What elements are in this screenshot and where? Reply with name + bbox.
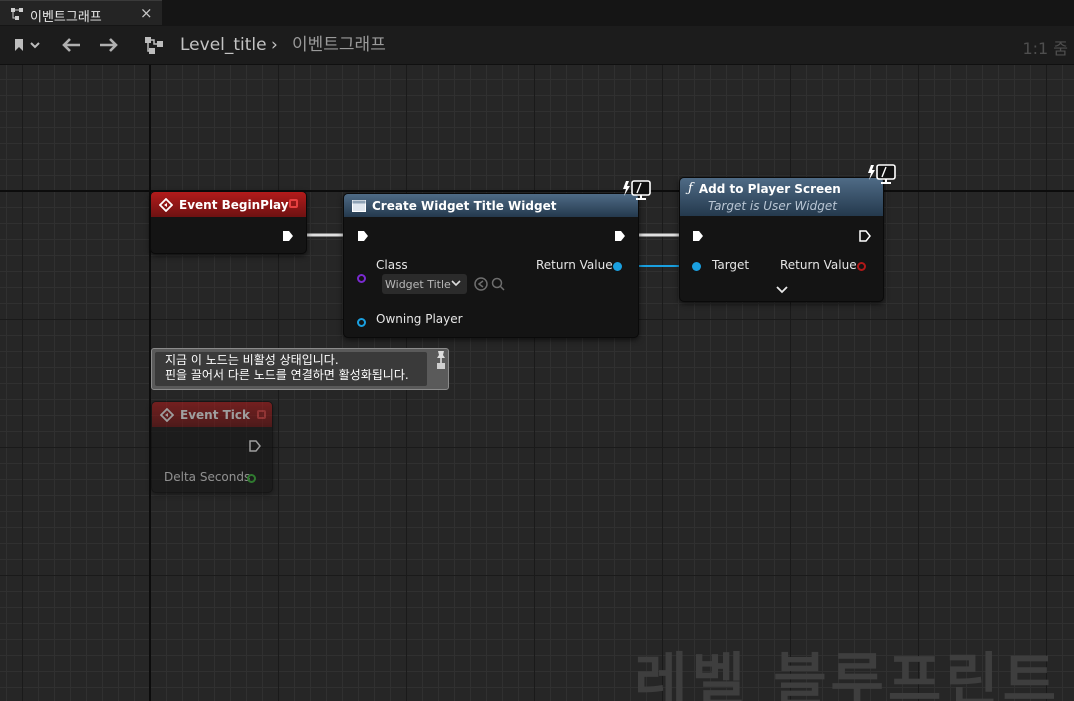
return-value-label: Return Value <box>536 258 613 272</box>
graph-toolbar: Level_title › 이벤트그래프 1:1 줌 <box>0 26 1074 65</box>
exec-in-pin[interactable] <box>357 230 369 242</box>
exec-out-pin[interactable] <box>614 230 626 242</box>
owning-player-pin[interactable] <box>357 318 366 327</box>
client-only-icon <box>623 180 651 200</box>
arrow-right-icon <box>100 38 118 52</box>
node-header: Event BeginPlay <box>151 192 306 217</box>
event-icon <box>159 197 173 212</box>
node-title: Add to Player Screen <box>698 181 841 196</box>
node-event-beginplay[interactable]: Event BeginPlay <box>150 191 307 254</box>
node-header: Event Tick <box>152 402 272 427</box>
exec-out-pin[interactable] <box>249 440 261 452</box>
tooltip-line-1: 지금 이 노드는 비활성 상태입니다. <box>165 353 339 367</box>
pin-icon[interactable] <box>435 350 447 370</box>
delta-seconds-label: Delta Seconds <box>164 470 251 484</box>
class-label: Class <box>376 258 408 272</box>
search-icon[interactable] <box>491 277 505 291</box>
event-icon <box>160 407 174 422</box>
exec-in-pin[interactable] <box>692 230 704 242</box>
return-value-pin[interactable] <box>613 262 622 271</box>
graph-icon <box>11 8 23 20</box>
exec-out-pin[interactable] <box>859 230 871 242</box>
breadcrumb-root[interactable]: Level_title <box>180 34 267 56</box>
return-value-pin[interactable] <box>857 262 866 271</box>
disabled-node-tooltip: 지금 이 노드는 비활성 상태입니다. 핀을 끌어서 다른 노드를 연결하면 활… <box>151 348 449 390</box>
function-icon: ƒ <box>688 181 693 196</box>
node-add-to-player-screen[interactable]: ƒ Add to Player Screen Target is User Wi… <box>679 164 896 302</box>
node-title: Event Tick <box>180 407 251 422</box>
arrow-left-icon <box>62 38 80 52</box>
client-only-icon <box>868 164 896 184</box>
graph-icon <box>145 37 163 54</box>
delta-seconds-pin[interactable] <box>247 474 256 483</box>
class-dropdown[interactable]: Widget Title <box>382 274 467 294</box>
graph-canvas[interactable]: Event BeginPlay Create Widget Title Widg… <box>0 65 1074 701</box>
forward-button[interactable] <box>96 34 122 56</box>
return-value-label: Return Value <box>780 258 857 272</box>
delegate-pin[interactable] <box>289 199 298 208</box>
use-selected-asset-icon[interactable] <box>474 277 488 291</box>
node-create-widget[interactable]: Create Widget Title Widget Class Widget … <box>343 180 651 338</box>
node-header: Create Widget Title Widget <box>344 194 638 217</box>
target-label: Target <box>712 258 750 272</box>
bookmark-button[interactable] <box>10 34 44 56</box>
tab-bar: 이벤트그래프 × <box>0 0 1074 26</box>
back-button[interactable] <box>58 34 84 56</box>
tab-event-graph[interactable]: 이벤트그래프 × <box>0 0 162 25</box>
class-value: Widget Title <box>385 277 451 291</box>
chevron-down-icon <box>451 280 461 287</box>
exec-out-pin[interactable] <box>282 230 294 242</box>
owning-player-label: Owning Player <box>376 312 463 326</box>
close-icon[interactable]: × <box>140 4 153 22</box>
breadcrumb-current: 이벤트그래프 <box>292 35 386 55</box>
node-subtitle: Target is User Widget <box>708 199 837 213</box>
widget-icon <box>352 199 366 212</box>
zoom-level: 1:1 줌 <box>1022 39 1068 58</box>
graph-type-watermark: 레벨 블루프린트 <box>634 646 1060 701</box>
graph-hierarchy-button[interactable] <box>140 34 168 56</box>
node-header: ƒ Add to Player Screen Target is User Wi… <box>680 178 883 216</box>
delegate-pin[interactable] <box>257 410 266 419</box>
node-title: Create Widget Title Widget <box>372 198 557 213</box>
chevron-down-icon[interactable] <box>776 286 788 294</box>
node-title: Event BeginPlay <box>179 197 289 212</box>
target-pin[interactable] <box>692 262 701 271</box>
class-pin[interactable] <box>357 274 366 283</box>
node-event-tick[interactable]: Event Tick Delta Seconds <box>151 401 273 493</box>
breadcrumb-separator: › <box>271 35 278 55</box>
bookmark-icon <box>15 39 40 51</box>
tab-label: 이벤트그래프 <box>30 10 102 25</box>
tooltip-line-2: 핀을 끌어서 다른 노드를 연결하면 활성화됩니다. <box>165 368 409 382</box>
